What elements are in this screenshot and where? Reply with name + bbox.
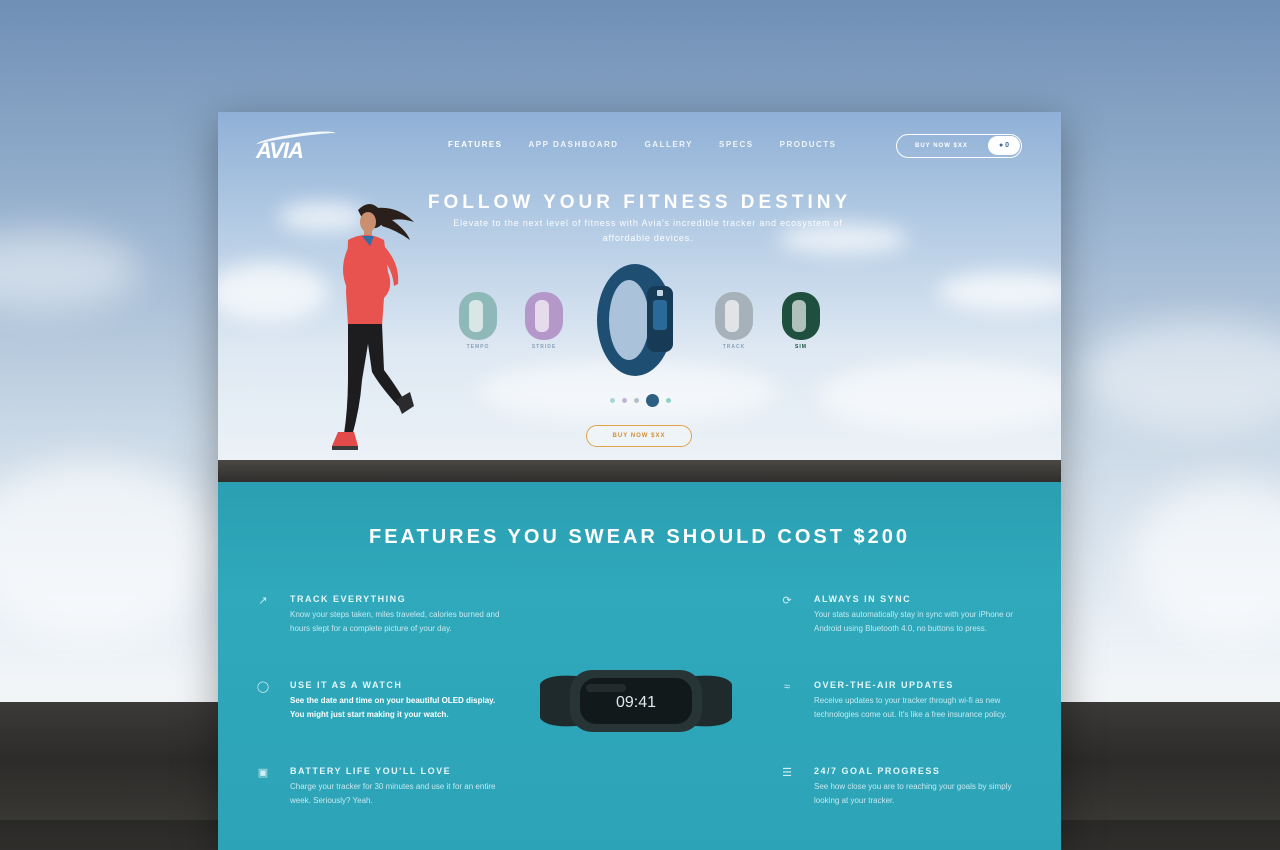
feature-text: Charge your tracker for 30 minutes and u… <box>290 782 496 805</box>
runner-image <box>332 204 414 450</box>
feature-track-everything: ↗ TRACK EVERYTHING Know your steps taken… <box>258 594 510 636</box>
website-mockup: AVIA FEATURES APP DASHBOARD GALLERY SPEC… <box>218 112 1061 850</box>
feature-text: Know your steps taken, miles traveled, c… <box>290 610 500 633</box>
band-label-track: TRACK <box>722 344 746 350</box>
header-buy-button[interactable]: BUY NOW $XX ● 0 <box>896 134 1022 158</box>
background-cloud <box>1080 320 1280 430</box>
tracker-image: 09:41 <box>540 670 732 732</box>
band-main-image[interactable] <box>593 262 677 378</box>
tracker-time: 09:41 <box>616 694 656 711</box>
feature-always-in-sync: ⟳ ALWAYS IN SYNC Your stats automaticall… <box>782 594 1034 636</box>
band-label-sim: SIM <box>795 344 807 350</box>
hero-section: AVIA FEATURES APP DASHBOARD GALLERY SPEC… <box>218 112 1061 482</box>
feature-title: OVER-THE-AIR UPDATES <box>814 680 954 690</box>
chart-arrow-icon: ↗ <box>258 595 268 607</box>
background-cloud <box>0 460 220 640</box>
cart-badge[interactable]: ● 0 <box>988 136 1020 155</box>
feature-title: TRACK EVERYTHING <box>290 594 407 604</box>
feature-battery-life: ▣ BATTERY LIFE YOU'LL LOVE Charge your t… <box>258 766 510 808</box>
band-track[interactable] <box>715 292 753 340</box>
carousel-dot[interactable] <box>622 398 627 403</box>
feature-ota-updates: ≈ OVER-THE-AIR UPDATES Receive updates t… <box>784 680 1034 722</box>
feature-title: 24/7 GOAL PROGRESS <box>814 766 941 776</box>
band-sim[interactable] <box>782 292 820 340</box>
nav-item-specs[interactable]: SPECS <box>719 140 754 149</box>
hero-cloud <box>818 362 1061 432</box>
cart-count: 0 <box>1005 142 1010 149</box>
background-cloud <box>1130 480 1280 640</box>
feature-text: See how close you are to reaching your g… <box>814 782 1012 805</box>
band-tempo[interactable] <box>459 292 497 340</box>
features-title: FEATURES YOU SWEAR SHOULD COST $200 <box>369 526 910 548</box>
hero-road <box>218 460 1061 482</box>
feature-text: Your stats automatically stay in sync wi… <box>814 610 1013 633</box>
band-label-stride: STRIDE <box>531 344 557 350</box>
carousel-dot[interactable] <box>610 398 615 403</box>
nav-item-products[interactable]: PRODUCTS <box>780 140 837 149</box>
nav-item-gallery[interactable]: GALLERY <box>645 140 693 149</box>
carousel-dot[interactable] <box>666 398 671 403</box>
battery-icon: ▣ <box>257 767 269 779</box>
hero-cloud <box>938 272 1061 312</box>
carousel-dots <box>610 394 671 407</box>
feature-title: USE IT AS A WATCH <box>290 680 403 690</box>
nav-item-features[interactable]: FEATURES <box>448 140 503 149</box>
hero-subtitle: Elevate to the next level of fitness wit… <box>453 218 843 243</box>
feature-goal-progress: ☰ 24/7 GOAL PROGRESS See how close you a… <box>782 766 1034 808</box>
feature-text: See the date and time on your beautiful … <box>290 696 496 719</box>
nav-item-app-dashboard[interactable]: APP DASHBOARD <box>529 140 619 149</box>
hero-buy-button[interactable]: BUY NOW $XX <box>586 425 692 447</box>
carousel-dot-active[interactable] <box>646 394 659 407</box>
background-cloud <box>0 230 140 310</box>
feature-use-as-watch: ◯ USE IT AS A WATCH See the date and tim… <box>257 680 510 722</box>
header-buy-label: BUY NOW $XX <box>915 143 968 149</box>
band-label-tempo: TEMPO <box>466 344 490 350</box>
feature-title: ALWAYS IN SYNC <box>814 594 912 604</box>
carousel-dot[interactable] <box>634 398 639 403</box>
main-nav: FEATURES APP DASHBOARD GALLERY SPECS PRO… <box>448 140 837 149</box>
goal-icon: ☰ <box>782 767 792 779</box>
watch-icon: ◯ <box>256 681 270 693</box>
feature-title: BATTERY LIFE YOU'LL LOVE <box>290 766 452 776</box>
avia-logo[interactable]: AVIA <box>256 138 304 164</box>
band-stride[interactable] <box>525 292 563 340</box>
wifi-icon: ≈ <box>783 681 791 693</box>
feature-text: Receive updates to your tracker through … <box>814 696 1007 719</box>
features-section: FEATURES YOU SWEAR SHOULD COST $200 ↗ TR… <box>218 482 1061 850</box>
hero-cloud <box>218 262 328 322</box>
sync-icon: ⟳ <box>782 595 792 607</box>
